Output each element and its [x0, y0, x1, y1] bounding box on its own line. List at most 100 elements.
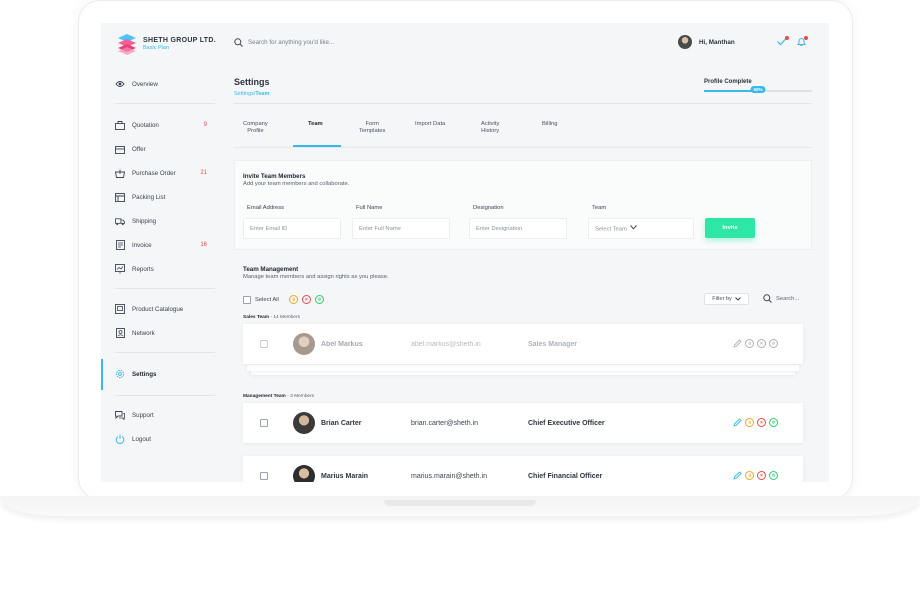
tab-activity-history[interactable]: Activity History: [481, 121, 499, 135]
purchase-order-count-badge: 21: [200, 170, 207, 176]
remove-icon[interactable]: ×: [757, 339, 766, 348]
team-search[interactable]: Search...: [763, 294, 799, 303]
team-select[interactable]: Select Team: [588, 218, 694, 239]
sidebar-divider: [115, 395, 215, 396]
quotation-icon: [115, 120, 125, 130]
tabs-divider: [234, 147, 812, 148]
pause-icon[interactable]: ॥: [745, 471, 754, 480]
pause-icon[interactable]: ॥: [745, 418, 754, 427]
bell-icon[interactable]: [797, 36, 808, 47]
designation-field[interactable]: Enter Designation: [469, 218, 567, 239]
email-field[interactable]: Enter Email ID: [243, 218, 341, 239]
edit-icon[interactable]: [733, 471, 742, 480]
sidebar-item-product-catalogue[interactable]: Product Catalogue: [115, 302, 215, 316]
sidebar-item-network[interactable]: Network: [115, 326, 215, 340]
brand[interactable]: SHETH GROUP LTD. Basic Plan: [117, 33, 216, 55]
search-input[interactable]: Search for anything you'd like...: [248, 39, 334, 46]
tab-import-data[interactable]: Import Data: [415, 121, 445, 128]
notification-dot: [785, 36, 789, 40]
invoice-count-badge: 16: [200, 242, 207, 248]
sidebar-item-label: Quotation: [132, 121, 159, 129]
row-checkbox[interactable]: [260, 419, 268, 427]
brand-plan: Basic Plan: [143, 45, 169, 51]
tab-company-profile[interactable]: Company Profile: [243, 121, 268, 135]
profile-progress-bar: 50%: [704, 86, 812, 93]
invite-button[interactable]: Invite: [705, 218, 755, 238]
remove-icon[interactable]: ×: [301, 295, 311, 304]
select-all-label: Select All: [255, 296, 279, 303]
tasks-check-icon[interactable]: [777, 36, 789, 47]
sidebar-item-settings[interactable]: Settings: [115, 367, 215, 381]
app-screen: SHETH GROUP LTD. Basic Plan Overview Quo…: [101, 23, 829, 482]
breadcrumb-parent[interactable]: Settings/: [234, 91, 255, 97]
sidebar-item-quotation[interactable]: Quotation 9: [115, 118, 215, 132]
row-checkbox[interactable]: [260, 472, 268, 480]
sidebar-item-support[interactable]: Support: [115, 408, 215, 422]
tab-label: Company: [243, 121, 268, 127]
pause-icon[interactable]: ॥: [745, 339, 754, 348]
group-name: Management Team: [243, 394, 286, 399]
shipping-icon: [115, 216, 125, 226]
sidebar-item-reports[interactable]: Reports: [115, 262, 215, 276]
table-row[interactable]: Abel Markus abel.markus@sheth.in Sales M…: [243, 324, 803, 364]
breadcrumb-current: Team: [255, 91, 270, 97]
group-label-management: Management Team - 3 Members: [243, 394, 315, 399]
remove-icon[interactable]: ×: [757, 418, 766, 427]
page-title: Settings: [234, 77, 270, 87]
team-search-input[interactable]: Search...: [776, 296, 799, 302]
row-actions: ॥ × ✲: [733, 418, 778, 427]
laptop-base: [0, 496, 920, 516]
sidebar-item-logout[interactable]: Logout: [115, 432, 215, 446]
brand-name: SHETH GROUP LTD.: [143, 37, 216, 44]
member-email: marius.marain@sheth.in: [411, 473, 487, 480]
sidebar-item-offer[interactable]: Offer: [115, 142, 215, 156]
sidebar-item-packing-list[interactable]: Packing List: [115, 190, 215, 204]
edit-icon[interactable]: [733, 418, 742, 427]
remove-icon[interactable]: ×: [757, 471, 766, 480]
sidebar-item-shipping[interactable]: Shipping: [115, 214, 215, 228]
sidebar-item-label: Support: [132, 411, 154, 419]
table-row[interactable]: Brian Carter brian.carter@sheth.in Chief…: [243, 403, 803, 443]
tab-form-templates[interactable]: Form Templates: [359, 121, 385, 135]
permissions-icon[interactable]: ✲: [769, 418, 778, 427]
sidebar-item-purchase-order[interactable]: Purchase Order 21: [115, 166, 215, 180]
row-checkbox[interactable]: [260, 340, 268, 348]
permissions-icon[interactable]: ✲: [314, 295, 324, 304]
member-name: Brian Carter: [321, 420, 362, 427]
network-icon: [115, 328, 125, 338]
email-label: Email Address: [247, 205, 285, 211]
sidebar-divider: [115, 288, 215, 289]
select-all-checkbox[interactable]: [243, 295, 251, 304]
invite-title: Invite Team Members: [243, 173, 306, 180]
sidebar-item-label: Network: [132, 329, 155, 337]
permissions-icon[interactable]: ✲: [769, 339, 778, 348]
sidebar-divider: [115, 352, 215, 353]
sidebar-item-invoice[interactable]: Invoice 16: [115, 238, 215, 252]
sidebar-item-label: Settings: [132, 370, 157, 378]
sidebar-item-overview[interactable]: Overview: [115, 77, 215, 91]
catalogue-icon: [115, 304, 125, 314]
sidebar-item-label: Invoice: [132, 241, 152, 249]
gear-icon: [115, 369, 125, 379]
brand-logo-icon: [117, 33, 137, 55]
bulk-actions: Select All ॥ × ✲: [243, 295, 324, 304]
tab-team[interactable]: Team: [308, 121, 323, 128]
full-name-field[interactable]: Enter Full Name: [352, 218, 450, 239]
member-name: Abel Markus: [321, 341, 363, 348]
breadcrumb: Settings/Team: [234, 91, 269, 97]
pause-icon[interactable]: ॥: [288, 295, 298, 304]
global-search[interactable]: Search for anything you'd like...: [234, 38, 334, 47]
filter-by-dropdown[interactable]: Filter by: [704, 293, 749, 305]
table-row[interactable]: Marius Marain marius.marain@sheth.in Chi…: [243, 456, 803, 482]
user-menu[interactable]: Hi, Manthan: [678, 35, 735, 49]
member-role: Chief Financial Officer: [528, 473, 603, 480]
team-select-value: Select Team: [595, 226, 627, 233]
user-greeting: Hi, Manthan: [699, 38, 735, 46]
edit-icon[interactable]: [733, 339, 742, 348]
invoice-icon: [115, 240, 125, 250]
card-stack-shadow: [247, 365, 799, 371]
avatar: [293, 333, 315, 355]
tab-billing[interactable]: Billing: [542, 121, 557, 128]
tab-label: Profile: [247, 128, 264, 134]
permissions-icon[interactable]: ✲: [769, 471, 778, 480]
